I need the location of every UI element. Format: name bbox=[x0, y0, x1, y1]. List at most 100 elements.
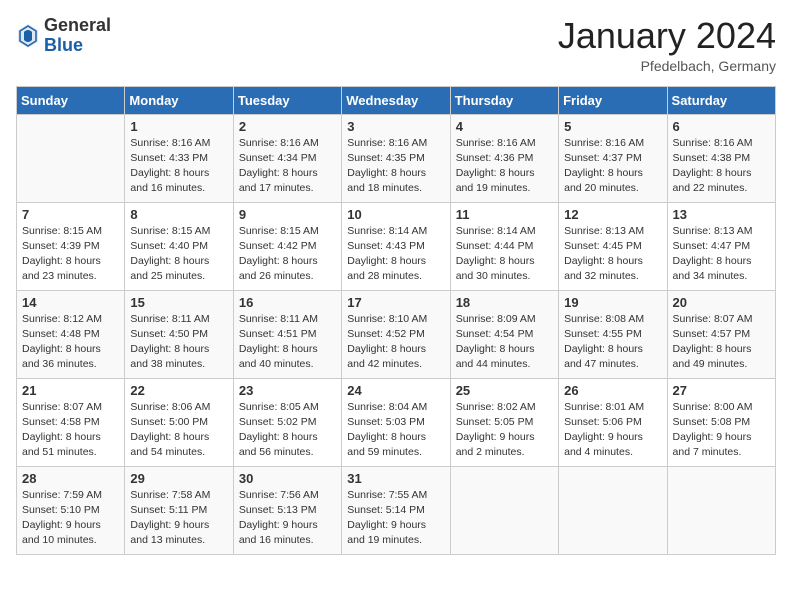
day-info: Sunrise: 8:16 AM Sunset: 4:33 PM Dayligh… bbox=[130, 136, 227, 197]
day-info: Sunrise: 8:04 AM Sunset: 5:03 PM Dayligh… bbox=[347, 400, 444, 461]
day-number: 26 bbox=[564, 383, 661, 398]
day-info: Sunrise: 8:13 AM Sunset: 4:45 PM Dayligh… bbox=[564, 224, 661, 285]
logo-blue-text: Blue bbox=[44, 35, 83, 55]
day-info: Sunrise: 8:16 AM Sunset: 4:36 PM Dayligh… bbox=[456, 136, 553, 197]
week-row-2: 7 Sunrise: 8:15 AM Sunset: 4:39 PM Daylig… bbox=[17, 202, 776, 290]
calendar-cell: 10Sunrise: 8:14 AM Sunset: 4:43 PM Dayli… bbox=[342, 202, 450, 290]
calendar-cell: 31 Sunrise: 7:55 AM Sunset: 5:14 PM Dayli… bbox=[342, 466, 450, 554]
day-info: Sunrise: 8:01 AM Sunset: 5:06 PM Dayligh… bbox=[564, 400, 661, 461]
header-day-friday: Friday bbox=[559, 86, 667, 114]
day-info: Sunrise: 8:00 AM Sunset: 5:08 PM Dayligh… bbox=[673, 400, 770, 461]
day-info: Sunrise: 8:07 AM Sunset: 4:57 PM Dayligh… bbox=[673, 312, 770, 373]
day-number: 12 bbox=[564, 207, 661, 222]
day-number: 8 bbox=[130, 207, 227, 222]
day-number: 25 bbox=[456, 383, 553, 398]
calendar-cell: 14 Sunrise: 8:12 AM Sunset: 4:48 PM Dayli… bbox=[17, 290, 125, 378]
calendar-cell: 13 Sunrise: 8:13 AM Sunset: 4:47 PM Dayli… bbox=[667, 202, 775, 290]
calendar-cell: 3Sunrise: 8:16 AM Sunset: 4:35 PM Daylig… bbox=[342, 114, 450, 202]
calendar-cell: 11Sunrise: 8:14 AM Sunset: 4:44 PM Dayli… bbox=[450, 202, 558, 290]
calendar-cell bbox=[17, 114, 125, 202]
calendar-cell: 22 Sunrise: 8:06 AM Sunset: 5:00 PM Dayli… bbox=[125, 378, 233, 466]
day-number: 28 bbox=[22, 471, 119, 486]
calendar-cell: 16 Sunrise: 8:11 AM Sunset: 4:51 PM Dayli… bbox=[233, 290, 341, 378]
calendar-cell: 24 Sunrise: 8:04 AM Sunset: 5:03 PM Dayli… bbox=[342, 378, 450, 466]
header-day-saturday: Saturday bbox=[667, 86, 775, 114]
calendar-cell: 20 Sunrise: 8:07 AM Sunset: 4:57 PM Dayli… bbox=[667, 290, 775, 378]
day-number: 20 bbox=[673, 295, 770, 310]
day-number: 4 bbox=[456, 119, 553, 134]
calendar-table: SundayMondayTuesdayWednesdayThursdayFrid… bbox=[16, 86, 776, 555]
day-number: 13 bbox=[673, 207, 770, 222]
calendar-cell: 19 Sunrise: 8:08 AM Sunset: 4:55 PM Dayli… bbox=[559, 290, 667, 378]
day-number: 30 bbox=[239, 471, 336, 486]
day-number: 24 bbox=[347, 383, 444, 398]
page-header: General Blue January 2024 Pfedelbach, Ge… bbox=[16, 16, 776, 74]
month-title: January 2024 bbox=[558, 16, 776, 56]
calendar-cell: 4 Sunrise: 8:16 AM Sunset: 4:36 PM Daylig… bbox=[450, 114, 558, 202]
calendar-cell: 28 Sunrise: 7:59 AM Sunset: 5:10 PM Dayli… bbox=[17, 466, 125, 554]
day-info: Sunrise: 8:16 AM Sunset: 4:37 PM Dayligh… bbox=[564, 136, 661, 197]
calendar-cell: 17 Sunrise: 8:10 AM Sunset: 4:52 PM Dayli… bbox=[342, 290, 450, 378]
day-number: 31 bbox=[347, 471, 444, 486]
day-number: 27 bbox=[673, 383, 770, 398]
day-number: 5 bbox=[564, 119, 661, 134]
day-number: 23 bbox=[239, 383, 336, 398]
day-info: Sunrise: 7:59 AM Sunset: 5:10 PM Dayligh… bbox=[22, 488, 119, 549]
day-info: Sunrise: 8:05 AM Sunset: 5:02 PM Dayligh… bbox=[239, 400, 336, 461]
calendar-cell bbox=[559, 466, 667, 554]
header-day-sunday: Sunday bbox=[17, 86, 125, 114]
day-number: 19 bbox=[564, 295, 661, 310]
day-info: Sunrise: 8:07 AM Sunset: 4:58 PM Dayligh… bbox=[22, 400, 119, 461]
header-row: SundayMondayTuesdayWednesdayThursdayFrid… bbox=[17, 86, 776, 114]
day-number: 14 bbox=[22, 295, 119, 310]
calendar-cell: 6Sunrise: 8:16 AM Sunset: 4:38 PM Daylig… bbox=[667, 114, 775, 202]
day-info: Sunrise: 8:10 AM Sunset: 4:52 PM Dayligh… bbox=[347, 312, 444, 373]
week-row-4: 21 Sunrise: 8:07 AM Sunset: 4:58 PM Dayli… bbox=[17, 378, 776, 466]
day-info: Sunrise: 8:11 AM Sunset: 4:50 PM Dayligh… bbox=[130, 312, 227, 373]
day-number: 18 bbox=[456, 295, 553, 310]
day-info: Sunrise: 8:12 AM Sunset: 4:48 PM Dayligh… bbox=[22, 312, 119, 373]
day-number: 17 bbox=[347, 295, 444, 310]
calendar-header: SundayMondayTuesdayWednesdayThursdayFrid… bbox=[17, 86, 776, 114]
week-row-3: 14 Sunrise: 8:12 AM Sunset: 4:48 PM Dayli… bbox=[17, 290, 776, 378]
calendar-cell: 5 Sunrise: 8:16 AM Sunset: 4:37 PM Daylig… bbox=[559, 114, 667, 202]
calendar-cell: 15 Sunrise: 8:11 AM Sunset: 4:50 PM Dayli… bbox=[125, 290, 233, 378]
header-day-thursday: Thursday bbox=[450, 86, 558, 114]
day-info: Sunrise: 8:06 AM Sunset: 5:00 PM Dayligh… bbox=[130, 400, 227, 461]
week-row-1: 1 Sunrise: 8:16 AM Sunset: 4:33 PM Daylig… bbox=[17, 114, 776, 202]
title-block: January 2024 Pfedelbach, Germany bbox=[558, 16, 776, 74]
day-number: 21 bbox=[22, 383, 119, 398]
day-info: Sunrise: 8:15 AM Sunset: 4:42 PM Dayligh… bbox=[239, 224, 336, 285]
header-day-wednesday: Wednesday bbox=[342, 86, 450, 114]
header-day-monday: Monday bbox=[125, 86, 233, 114]
location: Pfedelbach, Germany bbox=[558, 58, 776, 74]
day-info: Sunrise: 8:15 AM Sunset: 4:40 PM Dayligh… bbox=[130, 224, 227, 285]
calendar-cell: 8 Sunrise: 8:15 AM Sunset: 4:40 PM Daylig… bbox=[125, 202, 233, 290]
day-info: Sunrise: 7:56 AM Sunset: 5:13 PM Dayligh… bbox=[239, 488, 336, 549]
day-number: 22 bbox=[130, 383, 227, 398]
day-info: Sunrise: 8:14 AM Sunset: 4:43 PM Dayligh… bbox=[347, 224, 444, 285]
header-day-tuesday: Tuesday bbox=[233, 86, 341, 114]
day-info: Sunrise: 8:15 AM Sunset: 4:39 PM Dayligh… bbox=[22, 224, 119, 285]
day-info: Sunrise: 8:09 AM Sunset: 4:54 PM Dayligh… bbox=[456, 312, 553, 373]
calendar-cell: 7 Sunrise: 8:15 AM Sunset: 4:39 PM Daylig… bbox=[17, 202, 125, 290]
calendar-cell bbox=[667, 466, 775, 554]
day-number: 1 bbox=[130, 119, 227, 134]
day-info: Sunrise: 8:16 AM Sunset: 4:34 PM Dayligh… bbox=[239, 136, 336, 197]
day-number: 15 bbox=[130, 295, 227, 310]
day-number: 16 bbox=[239, 295, 336, 310]
day-number: 3 bbox=[347, 119, 444, 134]
day-number: 7 bbox=[22, 207, 119, 222]
day-info: Sunrise: 8:08 AM Sunset: 4:55 PM Dayligh… bbox=[564, 312, 661, 373]
day-info: Sunrise: 7:55 AM Sunset: 5:14 PM Dayligh… bbox=[347, 488, 444, 549]
day-number: 9 bbox=[239, 207, 336, 222]
day-info: Sunrise: 8:02 AM Sunset: 5:05 PM Dayligh… bbox=[456, 400, 553, 461]
day-number: 11 bbox=[456, 207, 553, 222]
calendar-cell: 25 Sunrise: 8:02 AM Sunset: 5:05 PM Dayli… bbox=[450, 378, 558, 466]
calendar-cell: 26 Sunrise: 8:01 AM Sunset: 5:06 PM Dayli… bbox=[559, 378, 667, 466]
logo-icon bbox=[16, 22, 40, 50]
day-info: Sunrise: 8:13 AM Sunset: 4:47 PM Dayligh… bbox=[673, 224, 770, 285]
calendar-cell bbox=[450, 466, 558, 554]
day-info: Sunrise: 8:11 AM Sunset: 4:51 PM Dayligh… bbox=[239, 312, 336, 373]
day-info: Sunrise: 8:16 AM Sunset: 4:38 PM Dayligh… bbox=[673, 136, 770, 197]
